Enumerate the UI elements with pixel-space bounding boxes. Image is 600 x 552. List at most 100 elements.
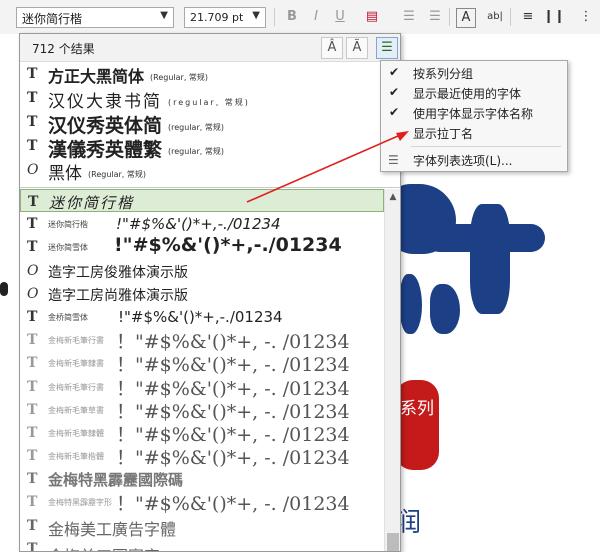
font-size-select[interactable]: 21.709 pt ▼: [184, 7, 266, 28]
menu-item-show-latin-names[interactable]: 显示拉丁名: [381, 123, 567, 142]
truetype-icon: T: [27, 401, 38, 418]
menu-item-preview-font-names[interactable]: ✔ 使用字体显示字体名称: [381, 103, 567, 122]
bold-icon[interactable]: B: [281, 6, 303, 28]
font-style: (regular, 常规): [168, 122, 224, 132]
font-list-item[interactable]: T 金梅新毛筆隸體 ！"#$%&'()*+, -. /01234: [20, 421, 384, 446]
opentype-icon: O: [27, 162, 39, 178]
recent-fonts-list: T 方正大黑简体 (Regular, 常规) T 汉仪大隶书简 (regular, …: [20, 62, 400, 184]
opentype-icon: O: [27, 285, 39, 302]
menu-item-show-recent-fonts[interactable]: ✔ 显示最近使用的字体: [381, 83, 567, 102]
font-name: 迷你简行楷: [49, 194, 135, 212]
font-sample: !"#$%&'()*+,-./01234: [114, 234, 342, 257]
recent-font-item[interactable]: T 汉仪秀英体简 (regular, 常规): [20, 110, 400, 137]
font-name: 黑体: [48, 164, 82, 184]
result-count: 712 个结果: [32, 42, 95, 56]
truetype-icon: T: [27, 332, 38, 349]
recent-font-item[interactable]: T 漢儀秀英體繁 (regular, 常规): [20, 134, 400, 161]
more-icon[interactable]: ⋮: [575, 6, 597, 28]
checkmark-icon: ✔: [389, 105, 400, 119]
menu-item-font-list-options[interactable]: ☰ 字体列表选项(L)...: [381, 150, 567, 169]
font-name: 金梅新毛筆行書: [48, 382, 104, 392]
truetype-icon: T: [27, 114, 38, 130]
numbered-list-icon[interactable]: ☰: [424, 6, 446, 28]
columns-icon[interactable]: ≡: [517, 6, 539, 28]
font-name: 金梅新毛筆隸體: [48, 428, 104, 438]
font-list-item[interactable]: T 金梅特黑霹靂字形 ！"#$%&'()*+, -. /01234: [20, 490, 384, 516]
truetype-icon: T: [27, 540, 38, 552]
font-list-scrollbar[interactable]: ▲: [384, 189, 400, 551]
ink-brush-mark: [430, 284, 460, 334]
font-list-item[interactable]: T 金梅新毛筆行書 ！"#$%&'()*+, -. /01234: [20, 328, 384, 353]
tabs-icon[interactable]: ❙❙: [543, 6, 565, 28]
font-list: T 迷你简行楷 T 迷你简行楷 !"#$%&'()*+,-./01234 T 迷…: [20, 189, 384, 551]
truetype-icon: T: [27, 378, 38, 395]
font-style: (Regular, 常规): [88, 169, 147, 179]
toolbar-separator: [274, 8, 275, 26]
font-name: 金梅新毛筆草書: [48, 405, 104, 415]
menu-separator: [411, 146, 561, 147]
font-favorites-icon[interactable]: Ã: [346, 37, 368, 59]
font-list-item-selected[interactable]: T 迷你简行楷: [20, 189, 384, 213]
font-name: 金梅特黑霹靂字形: [48, 498, 112, 508]
list-options-icon: ☰: [388, 153, 399, 167]
font-name-select[interactable]: 迷你简行楷 ▼: [16, 7, 174, 28]
frame-text-icon[interactable]: A: [456, 8, 476, 28]
font-list-item[interactable]: T 金梅新毛筆草書 ！"#$%&'()*+, -. /01234: [20, 398, 384, 423]
text-color-icon[interactable]: ▤: [361, 6, 383, 28]
truetype-icon: T: [27, 66, 38, 82]
font-list-options-menu: ✔ 按系列分组 ✔ 显示最近使用的字体 ✔ 使用字体显示字体名称 显示拉丁名 ☰…: [380, 60, 568, 172]
italic-icon[interactable]: I: [305, 6, 327, 28]
font-list-item[interactable]: T 金梅新毛筆楷體 ！"#$%&'()*+, -. /01234: [20, 444, 384, 469]
font-list-header: 712 个结果 Â Ã ☰: [20, 34, 400, 62]
font-name: 金梅美工圖案字: [48, 543, 160, 551]
font-list-item[interactable]: T 金梅新毛筆行書 ！"#$%&'()*+, -. /01234: [20, 375, 384, 400]
menu-item-label: 使用字体显示字体名称: [413, 107, 534, 121]
toolbar-separator: [449, 8, 450, 26]
recent-font-item[interactable]: T 汉仪大隶书简 (regular, 常规): [20, 86, 400, 112]
truetype-icon: T: [27, 494, 38, 511]
menu-item-label: 显示拉丁名: [413, 127, 474, 141]
chevron-down-icon[interactable]: ▼: [160, 10, 168, 21]
font-sample: !"#$%&'()*+,-./01234: [116, 215, 281, 234]
font-name: 金梅新毛筆行書: [48, 336, 104, 346]
font-list-options-icon[interactable]: ☰: [376, 37, 398, 59]
truetype-icon: T: [28, 194, 39, 210]
font-list-item[interactable]: O 造字工房俊雅体演示版: [20, 259, 384, 282]
font-list-item[interactable]: T 金桥简雪体 !"#$%&'()*+,-./01234: [20, 305, 384, 328]
truetype-icon: T: [27, 138, 38, 154]
recent-font-item[interactable]: T 方正大黑简体 (Regular, 常规): [20, 62, 400, 86]
red-seal-stamp: 系列: [395, 380, 439, 470]
scrollbar-thumb[interactable]: [387, 533, 399, 551]
scroll-up-icon[interactable]: ▲: [385, 189, 400, 205]
font-name: 汉仪大隶书简: [48, 92, 162, 112]
menu-item-label: 显示最近使用的字体: [413, 87, 522, 101]
font-list-item[interactable]: T 迷你简行楷 !"#$%&'()*+,-./01234: [20, 212, 384, 235]
menu-item-group-by-family[interactable]: ✔ 按系列分组: [381, 63, 567, 82]
bullet-list-icon[interactable]: ☰: [398, 6, 420, 28]
opentype-icon: O: [27, 262, 39, 279]
font-sample: ！"#$%&'()*+, -. /01234: [116, 493, 350, 516]
menu-item-label: 字体列表选项(L)...: [413, 154, 513, 168]
font-list-item[interactable]: T 金梅特黑霹靂國際碼: [20, 467, 384, 490]
font-list-item[interactable]: T 金梅新毛筆隸書 ！"#$%&'()*+, -. /01234: [20, 351, 384, 376]
truetype-icon: T: [27, 239, 38, 256]
font-name-value: 迷你简行楷: [22, 12, 83, 26]
toolbar-separator: [510, 8, 511, 26]
text-size-icon[interactable]: ab|: [484, 6, 506, 28]
recent-font-item[interactable]: O 黑体 (Regular, 常规): [20, 158, 400, 184]
font-list-dropdown: 712 个结果 Â Ã ☰ T 方正大黑简体 (Regular, 常规) T …: [19, 33, 401, 552]
font-list-item[interactable]: O 造字工房尚雅体演示版: [20, 282, 384, 305]
font-name: 金桥简雪体: [48, 312, 88, 322]
font-filter-icon[interactable]: Â: [321, 37, 343, 59]
chevron-down-icon[interactable]: ▼: [252, 10, 260, 21]
font-list-item[interactable]: T 金梅美工廣告字體: [20, 514, 384, 539]
underline-icon[interactable]: U: [329, 6, 351, 28]
font-name: 造字工房尚雅体演示版: [48, 287, 188, 304]
font-style: (regular, 常规): [168, 146, 224, 156]
font-list-item[interactable]: T 金梅美工圖案字: [20, 537, 384, 552]
font-style: (regular, 常规): [168, 98, 250, 107]
font-name: 迷你简行楷: [48, 220, 88, 230]
font-style: (Regular, 常规): [150, 73, 209, 82]
checkmark-icon: ✔: [389, 85, 400, 99]
font-list-item[interactable]: T 迷你简雪体 !"#$%&'()*+,-./01234: [20, 234, 384, 258]
